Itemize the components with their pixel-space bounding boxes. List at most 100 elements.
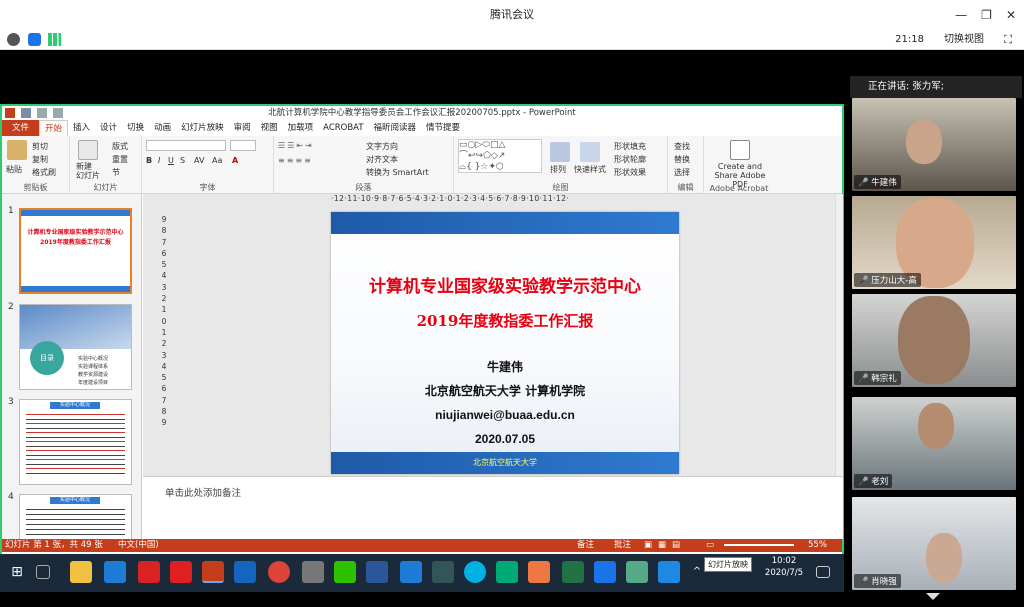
video-tile[interactable]: 🎤 压力山大-高 (852, 196, 1016, 289)
select-button[interactable]: 选择 (674, 167, 690, 178)
comments-button[interactable]: 批注 (614, 539, 631, 552)
app-icon[interactable] (528, 561, 550, 583)
tab-slideshow[interactable]: 幻灯片放映 (176, 120, 229, 136)
video-tile[interactable]: 🎤 牛建伟 (852, 98, 1016, 191)
underline-icon[interactable]: U (168, 156, 174, 165)
tab-animations[interactable]: 动画 (149, 120, 176, 136)
arrange-icon[interactable] (550, 142, 570, 162)
switch-view-button[interactable]: 切换视图 (944, 30, 984, 50)
info-icon[interactable] (7, 33, 20, 46)
tab-view[interactable]: 视图 (256, 120, 283, 136)
zoom-slider[interactable] (724, 544, 794, 546)
save-icon[interactable] (21, 108, 31, 118)
chrome-icon[interactable] (268, 561, 290, 583)
align-icons[interactable]: ≡≡≡≡ (278, 156, 313, 165)
paste-button[interactable]: 粘贴 (6, 164, 22, 175)
section-button[interactable]: 节 (112, 167, 120, 178)
tab-addins[interactable]: 加载项 (283, 120, 319, 136)
acrobat-icon[interactable] (138, 561, 160, 583)
tab-design[interactable]: 设计 (95, 120, 122, 136)
notes-pane[interactable]: 单击此处添加备注 (143, 476, 843, 539)
paste-icon[interactable] (7, 140, 27, 160)
fullscreen-icon[interactable]: ⛶ (1004, 30, 1012, 50)
restore-icon[interactable]: ❐ (981, 8, 992, 22)
change-case-icon[interactable]: Aa (212, 156, 222, 165)
notes-placeholder[interactable]: 单击此处添加备注 (165, 485, 241, 499)
redo-icon[interactable] (53, 108, 63, 118)
new-slide-icon[interactable] (78, 140, 98, 160)
tab-home[interactable]: 开始 (39, 119, 69, 137)
tab-transitions[interactable]: 切换 (122, 120, 149, 136)
outlook-icon[interactable] (234, 561, 256, 583)
reset-button[interactable]: 重置 (112, 154, 128, 165)
char-spacing-icon[interactable]: AV (194, 156, 204, 165)
find-button[interactable]: 查找 (674, 141, 690, 152)
close-icon[interactable]: ✕ (1006, 8, 1016, 22)
shape-effects-button[interactable]: 形状效果 (614, 167, 646, 178)
smartart-button[interactable]: 转换为 SmartArt (366, 167, 429, 178)
view-buttons[interactable]: ▣▦▤ (644, 539, 686, 552)
tab-file[interactable]: 文件 (2, 120, 40, 136)
tab-foxit[interactable]: 福昕阅读器 (369, 120, 422, 136)
shape-outline-button[interactable]: 形状轮廓 (614, 154, 646, 165)
app-icon[interactable] (496, 561, 518, 583)
chevron-down-icon[interactable] (926, 593, 940, 600)
slide-thumb-3[interactable]: 实验中心概况 (19, 399, 132, 485)
tab-insert[interactable]: 插入 (68, 120, 95, 136)
shapes-gallery[interactable]: ▭○▷⬭□△ ⌒↩↪⬠◇↗ ⌓{ }☆✦⬡ (458, 139, 542, 173)
notes-button[interactable]: 备注 (577, 539, 594, 552)
task-view-icon[interactable] (36, 565, 50, 579)
tab-acrobat[interactable]: ACROBAT (318, 120, 368, 136)
list-icons[interactable]: ☰☰⇤⇥ (278, 141, 314, 150)
slides-pane[interactable]: 1 计算机专业国家级实验教学示范中心 2019年度教指委工作汇报 2 目录 实验… (2, 194, 142, 539)
slide-thumb-2[interactable]: 目录 实验中心概况 实验课程体系 教学资源建设 年度建设项目 (19, 304, 132, 390)
edge-icon[interactable] (104, 561, 126, 583)
tab-review[interactable]: 审阅 (229, 120, 256, 136)
app-icon[interactable] (626, 561, 648, 583)
minimize-icon[interactable]: — (955, 8, 967, 22)
pdf-icon[interactable] (730, 140, 750, 160)
windows-start-icon[interactable]: ⊞ (6, 561, 28, 583)
font-family-select[interactable] (146, 140, 226, 151)
font-color-icon[interactable]: A (232, 156, 238, 165)
undo-icon[interactable] (37, 108, 47, 118)
copy-button[interactable]: 复制 (32, 154, 48, 165)
format-painter-button[interactable]: 格式刷 (32, 167, 56, 178)
replace-button[interactable]: 替换 (674, 154, 690, 165)
tray-chevron-icon[interactable]: ^ (690, 561, 704, 583)
video-tile[interactable]: 🎤 韩宗礼 (852, 294, 1016, 387)
tab-storyboard[interactable]: 情节提要 (421, 120, 465, 136)
text-direction-button[interactable]: 文字方向 (366, 141, 398, 152)
strikethrough-icon[interactable]: S (180, 156, 185, 165)
zoom-level[interactable]: 55% (808, 539, 827, 552)
app-icon[interactable] (658, 561, 680, 583)
slideshow-icon[interactable]: ▭ (706, 539, 714, 552)
align-text-button[interactable]: 对齐文本 (366, 154, 398, 165)
quick-styles-button[interactable]: 快速样式 (574, 164, 606, 175)
quick-styles-icon[interactable] (580, 142, 600, 162)
dev-icon[interactable] (432, 561, 454, 583)
slide-canvas[interactable]: 计算机专业国家级实验教学示范中心 2019年度教指委工作汇报 牛建伟 北京航空航… (331, 212, 679, 474)
font-size-select[interactable] (230, 140, 256, 151)
word-icon[interactable] (366, 561, 388, 583)
app-icon[interactable] (170, 561, 192, 583)
excel-icon[interactable] (562, 561, 584, 583)
tencent-meeting-icon[interactable] (594, 561, 616, 583)
italic-icon[interactable]: I (158, 156, 160, 165)
app-icon[interactable] (464, 561, 486, 583)
bold-icon[interactable]: B (146, 156, 152, 165)
layout-button[interactable]: 版式 (112, 141, 128, 152)
language-indicator[interactable]: 中文(中国) (118, 539, 159, 552)
slide-thumb-4[interactable]: 实验中心概况 (19, 494, 132, 539)
wechat-icon[interactable] (334, 561, 356, 583)
cut-button[interactable]: 剪切 (32, 141, 48, 152)
new-slide-button[interactable]: 新建 幻灯片 (76, 162, 100, 180)
arrange-button[interactable]: 排列 (550, 164, 566, 175)
taskbar-clock[interactable]: 10:02 2020/7/5 (758, 555, 810, 579)
ie-icon[interactable] (400, 561, 422, 583)
slide-thumb-1[interactable]: 计算机专业国家级实验教学示范中心 2019年度教指委工作汇报 (19, 208, 132, 294)
video-tile[interactable]: 🎤 肖晓强 (852, 497, 1016, 590)
shape-fill-button[interactable]: 形状填充 (614, 141, 646, 152)
notification-icon[interactable] (816, 566, 830, 578)
file-explorer-icon[interactable] (70, 561, 92, 583)
